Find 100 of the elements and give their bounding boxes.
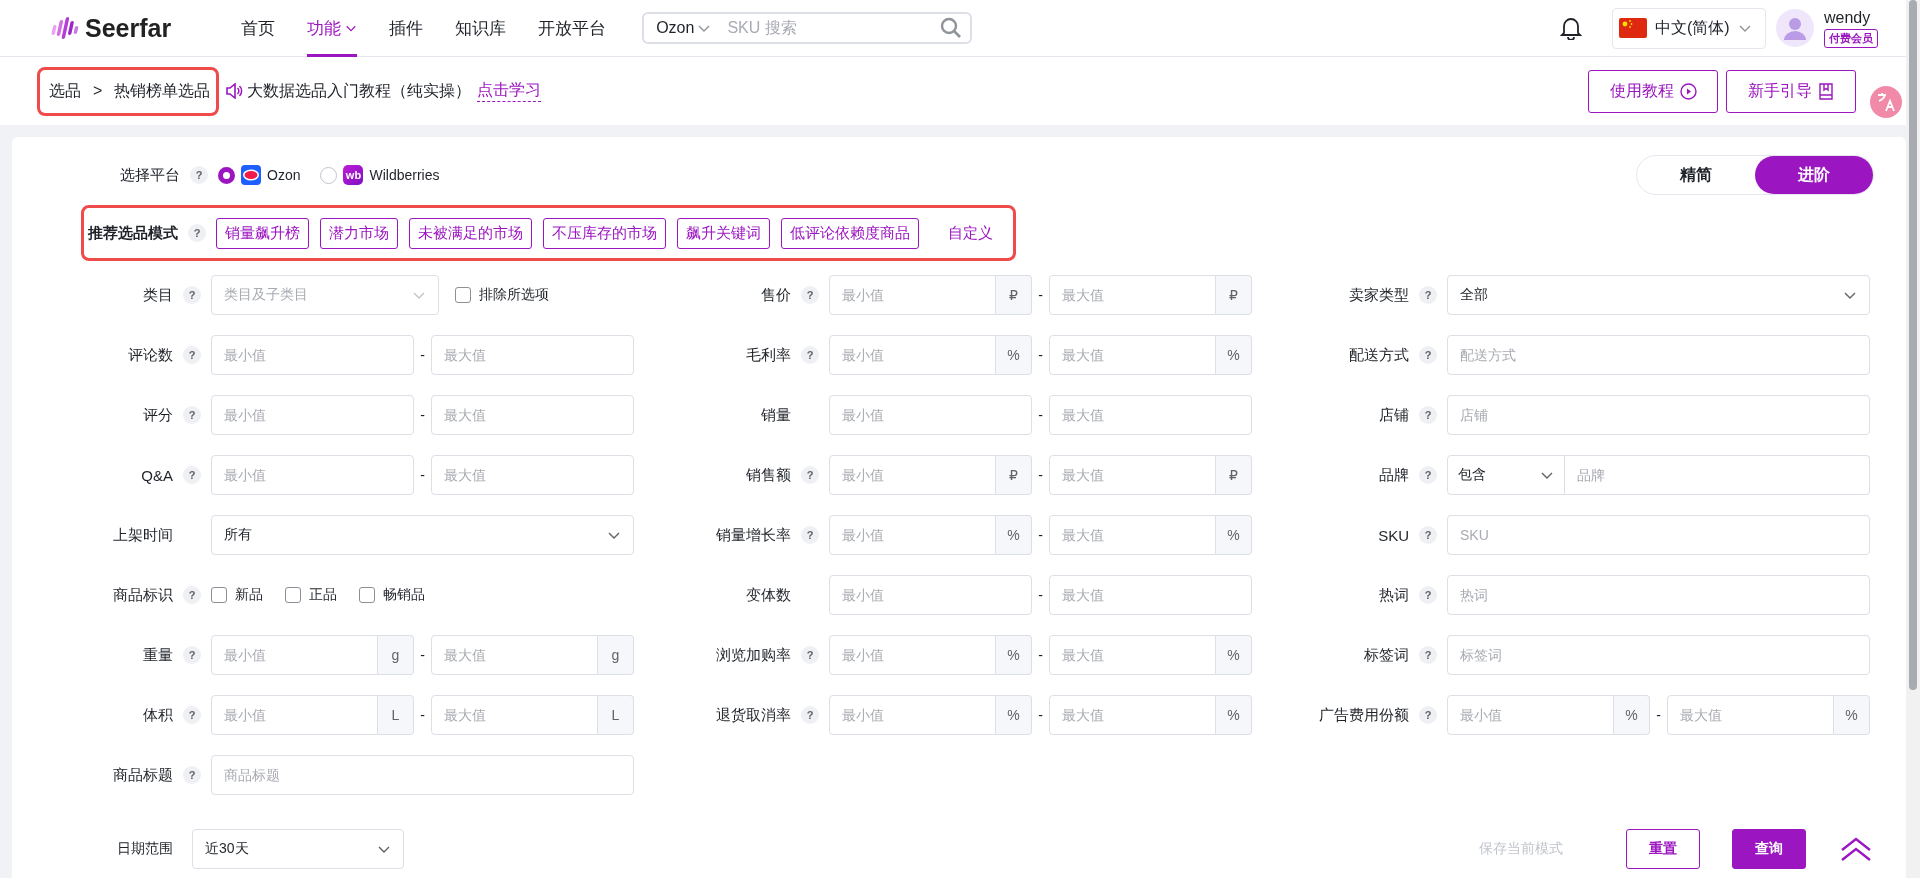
language-select[interactable]: 中文(简体) bbox=[1612, 7, 1766, 49]
breadcrumb-item[interactable]: 选品 bbox=[49, 80, 81, 102]
guide-button[interactable]: 使用教程 bbox=[1588, 69, 1718, 113]
platform-dropdown[interactable]: Ozon bbox=[656, 19, 712, 37]
help-icon[interactable]: ? bbox=[1419, 286, 1437, 304]
text-input[interactable]: 配送方式 bbox=[1447, 335, 1870, 375]
number-input[interactable]: 最小值 bbox=[211, 395, 414, 435]
number-input[interactable]: 最大值 bbox=[1049, 695, 1216, 735]
help-icon[interactable]: ? bbox=[183, 766, 201, 784]
avatar-icon[interactable] bbox=[1776, 9, 1814, 47]
help-icon[interactable]: ? bbox=[183, 466, 201, 484]
unit-addon: % bbox=[1216, 335, 1252, 375]
number-input[interactable]: 最大值 bbox=[431, 635, 598, 675]
help-icon[interactable]: ? bbox=[183, 586, 201, 604]
dropdown-select[interactable]: 所有 bbox=[211, 515, 634, 555]
mode-tag[interactable]: 飙升关键词 bbox=[677, 217, 770, 249]
help-icon[interactable]: ? bbox=[190, 166, 208, 184]
dropdown-select[interactable]: 全部 bbox=[1447, 275, 1870, 315]
number-input[interactable]: 最大值 bbox=[431, 695, 598, 735]
field-label: 选择平台 bbox=[119, 165, 180, 185]
help-icon[interactable]: ? bbox=[1419, 646, 1437, 664]
custom-link[interactable]: 自定义 bbox=[948, 223, 993, 243]
nav-link[interactable]: 首页 bbox=[241, 0, 276, 57]
help-icon[interactable]: ? bbox=[183, 346, 201, 364]
help-icon[interactable]: ? bbox=[1419, 706, 1437, 724]
help-icon[interactable]: ? bbox=[801, 646, 819, 664]
number-input[interactable]: 最小值 bbox=[829, 575, 1032, 615]
help-icon[interactable]: ? bbox=[801, 706, 819, 724]
number-input[interactable]: 最大值 bbox=[1049, 515, 1216, 555]
number-input[interactable]: 最小值 bbox=[211, 635, 378, 675]
bell-icon[interactable] bbox=[1560, 16, 1582, 40]
help-icon[interactable]: ? bbox=[801, 466, 819, 484]
help-icon[interactable]: ? bbox=[183, 706, 201, 724]
text-input[interactable]: 店铺 bbox=[1447, 395, 1870, 435]
mode-tag[interactable]: 潜力市场 bbox=[320, 217, 398, 249]
tag-checkbox[interactable]: 畅销品 bbox=[359, 586, 425, 604]
number-input[interactable]: 最大值 bbox=[431, 395, 634, 435]
number-input[interactable]: 最小值 bbox=[829, 635, 996, 675]
learn-link[interactable]: 点击学习 bbox=[477, 80, 542, 102]
help-icon[interactable]: ? bbox=[801, 286, 819, 304]
number-input[interactable]: 最小值 bbox=[829, 335, 996, 375]
help-icon[interactable]: ? bbox=[1419, 346, 1437, 364]
number-input[interactable]: 最小值 bbox=[829, 395, 1032, 435]
search-icon[interactable] bbox=[940, 17, 963, 39]
number-input[interactable]: 最大值 bbox=[1049, 455, 1216, 495]
text-input[interactable]: SKU bbox=[1447, 515, 1870, 555]
number-input[interactable]: 最大值 bbox=[1049, 575, 1252, 615]
number-input[interactable]: 最大值 bbox=[1049, 395, 1252, 435]
mode-tag[interactable]: 销量飙升榜 bbox=[216, 217, 309, 249]
platform-radio[interactable]: Ozon bbox=[218, 165, 301, 185]
number-input[interactable]: 最大值 bbox=[1049, 635, 1216, 675]
match-select[interactable]: 包含 bbox=[1447, 455, 1565, 495]
help-icon[interactable]: ? bbox=[188, 224, 206, 242]
text-input[interactable]: 商品标题 bbox=[211, 755, 634, 795]
help-icon[interactable]: ? bbox=[183, 286, 201, 304]
action-button[interactable]: 查询 bbox=[1732, 829, 1806, 869]
number-input[interactable]: 最小值 bbox=[829, 275, 996, 315]
number-input[interactable]: 最小值 bbox=[829, 455, 996, 495]
text-input[interactable]: 标签词 bbox=[1447, 635, 1870, 675]
help-icon[interactable]: ? bbox=[801, 346, 819, 364]
tag-checkbox[interactable]: 正品 bbox=[285, 586, 337, 604]
help-icon[interactable]: ? bbox=[1419, 526, 1437, 544]
number-input[interactable]: 最小值 bbox=[211, 335, 414, 375]
search-field[interactable]: Ozon SKU 搜索 bbox=[642, 12, 973, 44]
help-icon[interactable]: ? bbox=[1419, 466, 1437, 484]
help-icon[interactable]: ? bbox=[1419, 586, 1437, 604]
tag-checkbox[interactable]: 新品 bbox=[211, 586, 263, 604]
number-input[interactable]: 最大值 bbox=[431, 335, 634, 375]
number-input[interactable]: 最小值 bbox=[211, 695, 378, 735]
field-label: 卖家类型 bbox=[1348, 285, 1409, 305]
mode-tag[interactable]: 不压库存的市场 bbox=[543, 217, 666, 249]
platform-radio[interactable]: wb Wildberries bbox=[320, 165, 440, 185]
text-input[interactable]: 热词 bbox=[1447, 575, 1870, 615]
date-range-select[interactable]: 近30天 bbox=[192, 829, 404, 869]
number-input[interactable]: 最小值 bbox=[829, 515, 996, 555]
action-button[interactable]: 重置 bbox=[1626, 829, 1700, 869]
nav-link[interactable]: 知识库 bbox=[455, 0, 507, 57]
guide-button[interactable]: 新手引导 bbox=[1726, 69, 1856, 113]
number-input[interactable]: 最大值 bbox=[1049, 275, 1216, 315]
number-input[interactable]: 最大值 bbox=[1049, 335, 1216, 375]
unit-addon: % bbox=[1834, 695, 1870, 735]
toggle-option[interactable]: 进阶 bbox=[1755, 156, 1873, 194]
help-icon[interactable]: ? bbox=[1419, 406, 1437, 424]
toggle-option[interactable]: 精简 bbox=[1637, 156, 1755, 194]
number-input[interactable]: 最小值 bbox=[211, 455, 414, 495]
mode-tag[interactable]: 未被满足的市场 bbox=[409, 217, 532, 249]
number-input[interactable]: 最小值 bbox=[829, 695, 996, 735]
help-icon[interactable]: ? bbox=[183, 406, 201, 424]
nav-link[interactable]: 开放平台 bbox=[538, 0, 607, 57]
mode-tag[interactable]: 低评论依赖度商品 bbox=[781, 217, 919, 249]
help-icon[interactable]: ? bbox=[801, 526, 819, 544]
nav-link[interactable]: 插件 bbox=[389, 0, 424, 57]
exclude-checkbox[interactable]: 排除所选项 bbox=[455, 286, 549, 304]
field-label: 广告费用份额 bbox=[1318, 705, 1409, 725]
text-input[interactable]: 品牌 bbox=[1565, 455, 1870, 495]
help-icon[interactable]: ? bbox=[183, 646, 201, 664]
unit-addon: % bbox=[996, 335, 1032, 375]
number-input[interactable]: 最大值 bbox=[1667, 695, 1834, 735]
number-input[interactable]: 最大值 bbox=[431, 455, 634, 495]
number-input[interactable]: 最小值 bbox=[1447, 695, 1614, 735]
